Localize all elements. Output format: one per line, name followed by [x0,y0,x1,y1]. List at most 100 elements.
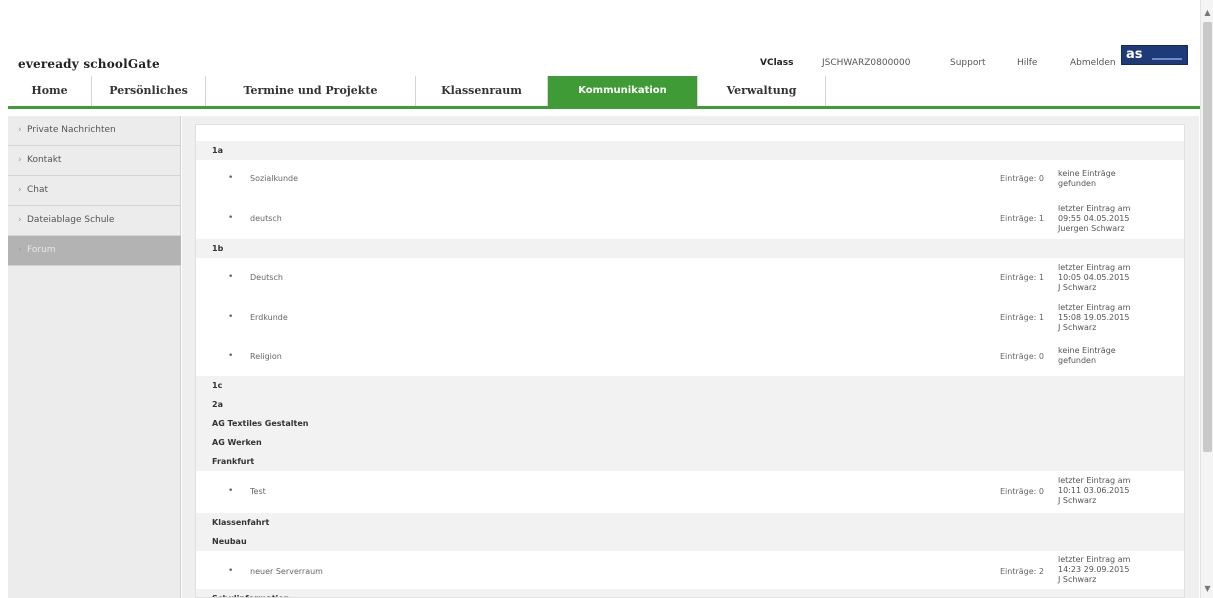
last-entry-line: 10:05 04.05.2015 [1058,273,1130,282]
entry-count: Einträge: 1 [1000,313,1045,322]
main-content: 1a • Sozialkunde Einträge: 0 keine Eintr… [182,116,1199,598]
app-logo: eveready schoolGate [18,57,160,71]
last-entry-line: letzter Eintrag am [1058,476,1131,485]
brand-logo-text: as [1126,47,1143,62]
topic-name[interactable]: Deutsch [250,273,283,282]
sidebar-item-dateiablage[interactable]: › Dateiablage Schule [8,206,181,236]
last-entry-line: keine Einträge [1058,346,1116,355]
topic-name[interactable]: Erdkunde [250,313,288,322]
scroll-up-icon[interactable]: ▲ [1201,8,1213,18]
page-scrollbar[interactable]: ▲ ▼ [1200,0,1213,598]
sidebar-item-label: Forum [27,245,56,255]
bullet-icon: › [18,245,22,255]
last-entry-line: J Schwarz [1058,283,1097,292]
tab-klassenraum[interactable]: Klassenraum [416,76,548,106]
forum-topic-row[interactable]: • Sozialkunde Einträge: 0 keine Einträge… [196,160,1184,199]
sidebar-item-label: Private Nachrichten [27,125,116,135]
sidebar-item-label: Dateiablage Schule [27,215,115,225]
last-entry-line: letzter Eintrag am [1058,555,1131,564]
forum-topic-row[interactable]: • deutsch Einträge: 1 letzter Eintrag am… [196,199,1184,239]
last-entry-line: 15:08 19.05.2015 [1058,313,1130,322]
last-entry-line: J Schwarz [1058,323,1097,332]
bullet-icon: › [18,155,22,165]
topic-name[interactable]: Test [250,487,266,496]
bullet-icon: • [228,566,234,576]
last-entry-info: keine Einträge gefunden [1058,169,1158,189]
sidebar-item-private-nachrichten[interactable]: › Private Nachrichten [8,116,181,146]
topic-name[interactable]: Sozialkunde [250,174,298,183]
sidebar-item-kontakt[interactable]: › Kontakt [8,146,181,176]
tab-home[interactable]: Home [8,76,92,106]
sidebar-item-label: Kontakt [27,155,62,165]
entry-count: Einträge: 1 [1000,273,1045,282]
forum-topic-row[interactable]: • Deutsch Einträge: 1 letzter Eintrag am… [196,258,1184,298]
entry-count: Einträge: 0 [1000,174,1045,183]
forum-group-header: 1a [196,141,1184,160]
last-entry-line: gefunden [1058,356,1097,365]
main-nav: Home Persönliches Termine und Projekte K… [8,76,1200,109]
last-entry-line: 14:23 29.09.2015 [1058,565,1130,574]
bullet-icon: • [228,272,234,282]
forum-group-header: Schulinformation [196,589,1184,597]
last-entry-line: letzter Eintrag am [1058,204,1131,213]
forum-group-header: AG Textiles Gestalten [196,414,1184,433]
sidebar-item-forum[interactable]: › Forum [8,236,181,266]
last-entry-line: Juergen Schwarz [1058,224,1125,233]
scroll-down-icon[interactable]: ▼ [1201,584,1213,594]
bullet-icon: › [18,185,22,195]
entry-count: Einträge: 1 [1000,214,1045,223]
forum-group-header: AG Werken [196,433,1184,452]
last-entry-info: letzter Eintrag am 10:05 04.05.2015 J Schw… [1058,263,1158,293]
last-entry-line: gefunden [1058,179,1097,188]
forum-group-header: 1b [196,239,1184,258]
last-entry-info: letzter Eintrag am 15:08 19.05.2015 J Schw… [1058,303,1158,333]
forum-topic-row[interactable]: • Test Einträge: 0 letzter Eintrag am 10:… [196,471,1184,513]
entry-count: Einträge: 0 [1000,487,1045,496]
bullet-icon: • [228,213,234,223]
forum-group-header: 2a [196,395,1184,414]
bullet-icon: • [228,351,234,361]
bullet-icon: • [228,312,234,322]
bullet-icon: › [18,125,22,135]
forum-topic-row[interactable]: • neuer Serverraum Einträge: 2 letzter E… [196,551,1184,589]
last-entry-line: 10:11 03.06.2015 [1058,486,1130,495]
topic-name[interactable]: Religion [250,352,282,361]
entry-count: Einträge: 0 [1000,352,1045,361]
forum-topic-row[interactable]: • Erdkunde Einträge: 1 letzter Eintrag a… [196,298,1184,338]
bullet-icon: • [228,486,234,496]
bullet-icon: • [228,173,234,183]
topic-name[interactable]: deutsch [250,214,282,223]
last-entry-line: keine Einträge [1058,169,1116,178]
vclass-link[interactable]: VClass [760,58,793,68]
forum-group-header: Klassenfahrt [196,513,1184,532]
last-entry-line: 09:55 04.05.2015 [1058,214,1130,223]
help-link[interactable]: Hilfe [1017,58,1037,68]
forum-topic-row[interactable]: • Religion Einträge: 0 keine Einträge gef… [196,338,1184,376]
tab-persoenliches[interactable]: Persönliches [92,76,206,106]
sidebar-item-chat[interactable]: › Chat [8,176,181,206]
scroll-thumb[interactable] [1203,22,1212,452]
last-entry-info: letzter Eintrag am 14:23 29.09.2015 J Schw… [1058,555,1158,585]
support-link[interactable]: Support [950,58,986,68]
username-label: JSCHWARZ0800000 [822,58,911,68]
forum-panel: 1a • Sozialkunde Einträge: 0 keine Eintr… [195,124,1185,598]
forum-group-header: Neubau [196,532,1184,551]
forum-group-header: 1c [196,376,1184,395]
entry-count: Einträge: 2 [1000,567,1045,576]
brand-logo: as [1121,45,1188,65]
last-entry-line: J Schwarz [1058,575,1097,584]
last-entry-info: letzter Eintrag am 10:11 03.06.2015 J Schw… [1058,476,1158,506]
topic-name[interactable]: neuer Serverraum [250,567,323,576]
tab-termine-projekte[interactable]: Termine und Projekte [206,76,416,106]
top-header: eveready schoolGate VClass JSCHWARZ08000… [0,0,1200,76]
logout-link[interactable]: Abmelden [1070,58,1116,68]
sidebar: › Private Nachrichten › Kontakt › Chat › Dat… [8,116,181,598]
tab-verwaltung[interactable]: Verwaltung [698,76,826,106]
last-entry-line: J Schwarz [1058,496,1097,505]
tab-kommunikation[interactable]: Kommunikation [548,76,698,106]
last-entry-line: letzter Eintrag am [1058,303,1131,312]
last-entry-line: letzter Eintrag am [1058,263,1131,272]
bullet-icon: › [18,215,22,225]
last-entry-info: keine Einträge gefunden [1058,346,1158,366]
forum-group-header: Frankfurt [196,452,1184,471]
